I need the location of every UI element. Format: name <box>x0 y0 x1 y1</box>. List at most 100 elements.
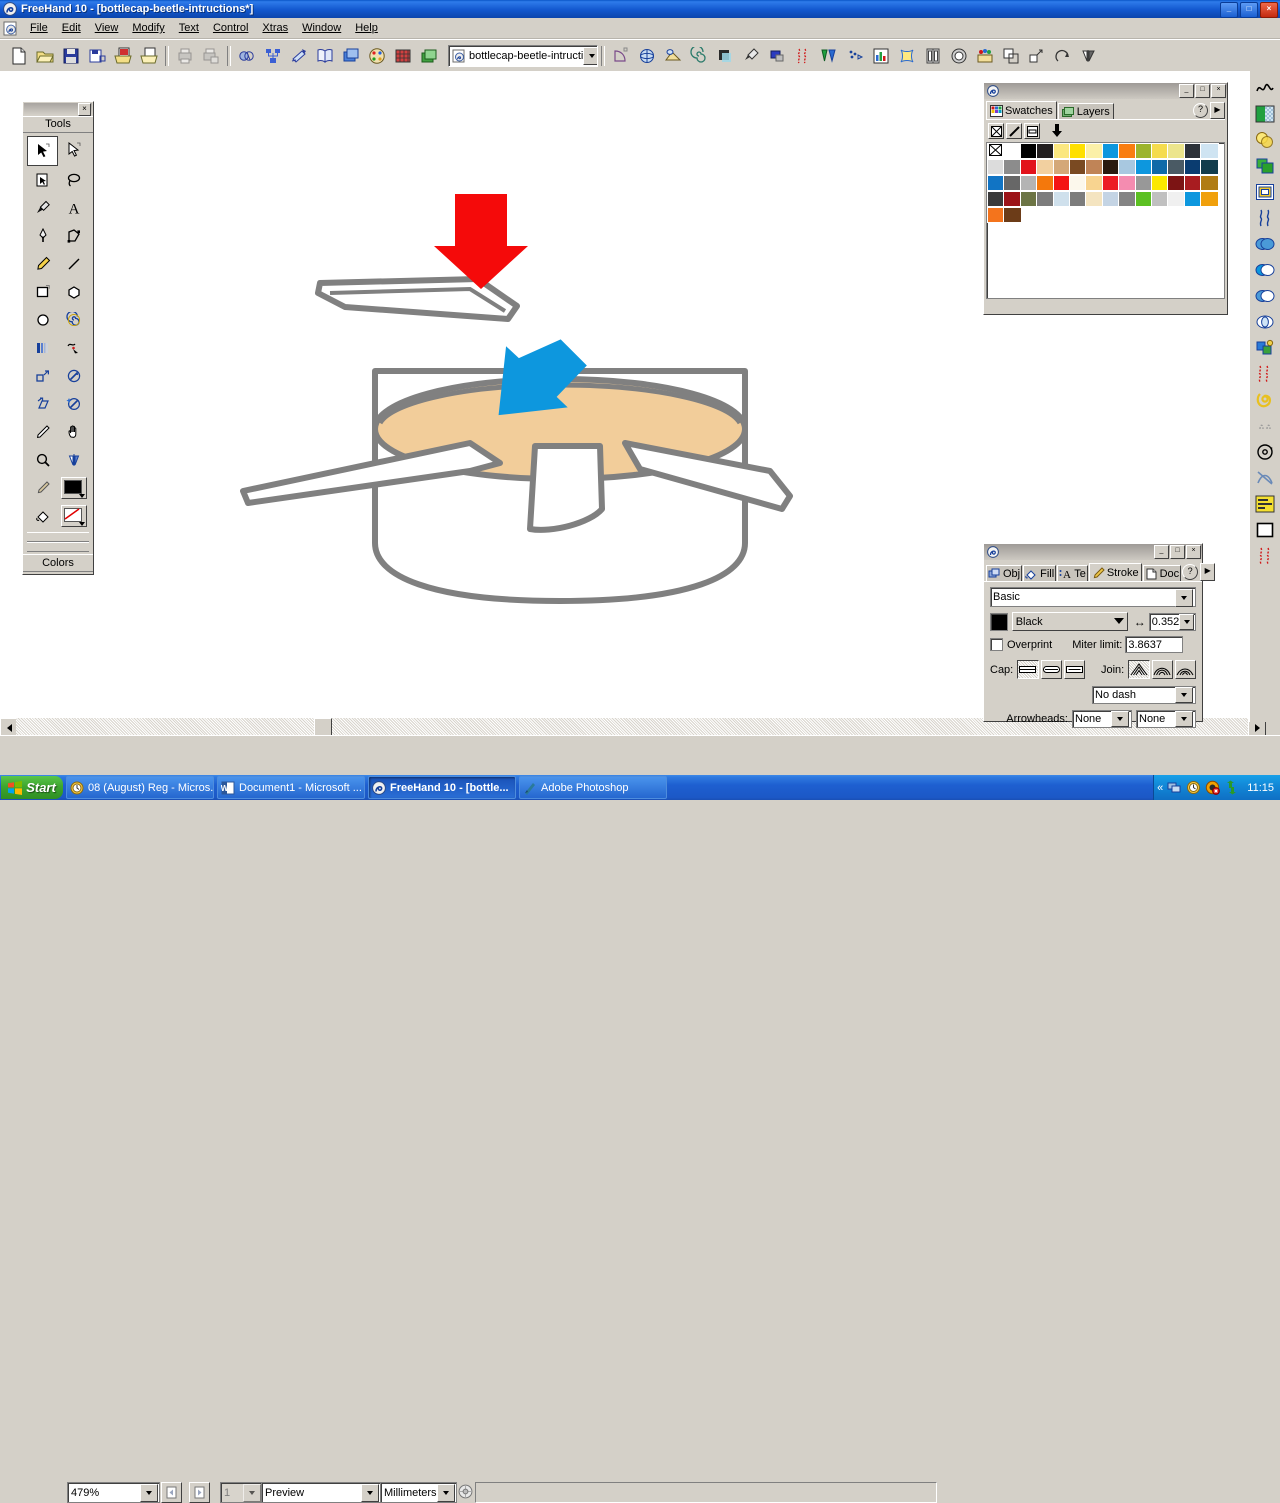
dash-chevron-down-icon[interactable] <box>1175 687 1193 703</box>
antivirus-icon[interactable] <box>1205 780 1221 795</box>
xtra-ellipse-3d-button[interactable] <box>947 44 971 68</box>
subselect-tool[interactable] <box>58 136 89 164</box>
path-operations-icon[interactable] <box>1252 75 1278 101</box>
dash-combo[interactable]: No dash <box>1092 686 1196 704</box>
paint-bucket-tool[interactable] <box>27 502 58 530</box>
rectangle-shape-icon[interactable] <box>1252 517 1278 543</box>
polygon-tool[interactable] <box>58 278 89 306</box>
rotate-around-icon[interactable] <box>1252 439 1278 465</box>
knife-tool[interactable] <box>27 418 58 446</box>
xtra-expand-path-button[interactable] <box>999 44 1023 68</box>
next-page-button[interactable] <box>189 1482 210 1503</box>
color-mixer-button[interactable] <box>365 44 389 68</box>
mirror-tool[interactable] <box>58 446 89 474</box>
save-as-button[interactable] <box>85 44 109 68</box>
stroke-minimize-button[interactable]: _ <box>1154 545 1169 559</box>
stroke-options-button[interactable]: ▶ <box>1200 563 1216 581</box>
xtra-emboss-button[interactable] <box>765 44 789 68</box>
taskbar-item-freehand[interactable]: FreeHand 10 - [bottle... <box>368 776 516 799</box>
library-panel-button[interactable] <box>313 44 337 68</box>
taskbar-item-photoshop[interactable]: Adobe Photoshop <box>519 776 667 799</box>
tab-document[interactable]: Doc <box>1142 565 1182 581</box>
arrowhead-start-chevron-down-icon[interactable] <box>1111 711 1129 727</box>
trace-tool[interactable] <box>58 390 89 418</box>
page-tool[interactable] <box>27 166 58 194</box>
new-document-button[interactable] <box>7 44 31 68</box>
stroke-color-swatch[interactable] <box>990 612 1008 631</box>
stroke-type-chevron-down-icon[interactable] <box>1175 589 1193 607</box>
join-round-button[interactable] <box>1151 660 1173 679</box>
print-button[interactable] <box>173 44 197 68</box>
crop-icon[interactable] <box>1252 387 1278 413</box>
tools-palette-grip[interactable]: × <box>24 103 92 116</box>
color-swatch[interactable] <box>987 143 1006 159</box>
lasso-tool[interactable] <box>58 166 89 194</box>
cap-square-button[interactable] <box>1063 660 1085 679</box>
minimize-button[interactable]: _ <box>1220 2 1238 18</box>
swatches-minimize-button[interactable]: _ <box>1179 84 1194 98</box>
swatches-help-button[interactable]: ? <box>1193 103 1208 118</box>
arrowhead-end-chevron-down-icon[interactable] <box>1175 711 1193 727</box>
menu-item-window[interactable]: Window <box>295 20 348 36</box>
down-arrow-icon[interactable] <box>1050 123 1064 137</box>
overprint-checkbox[interactable] <box>990 638 1003 651</box>
tab-object[interactable]: Obj <box>986 565 1023 581</box>
align-panel-button[interactable] <box>261 44 285 68</box>
updates-icon[interactable] <box>1224 780 1239 795</box>
units-chevron-down-icon[interactable] <box>437 1483 455 1502</box>
xtra-arc-button[interactable] <box>609 44 633 68</box>
menu-item-view[interactable]: View <box>88 20 126 36</box>
tab-stroke[interactable]: Stroke <box>1088 563 1142 581</box>
document-control-icon[interactable] <box>3 21 18 36</box>
stroke-color-combo[interactable]: Black <box>1011 612 1128 631</box>
xtra-3d-rotate-button[interactable] <box>635 44 659 68</box>
stroke-slash-icon[interactable] <box>1006 123 1022 139</box>
zoom-combo[interactable]: 479% <box>67 1482 160 1503</box>
duplicate-icon[interactable] <box>1252 153 1278 179</box>
export-button[interactable] <box>137 44 161 68</box>
zoom-chevron-down-icon[interactable] <box>140 1483 158 1502</box>
print-setup-button[interactable] <box>199 44 223 68</box>
stack-button[interactable] <box>417 44 441 68</box>
menu-item-modify[interactable]: Modify <box>125 20 171 36</box>
maximize-button[interactable]: □ <box>1240 2 1258 18</box>
spiral-tool[interactable] <box>58 306 89 334</box>
color-swatch[interactable] <box>1200 159 1220 175</box>
xtra-eyedropper-button[interactable] <box>739 44 763 68</box>
view-mode-chevron-down-icon[interactable] <box>361 1483 379 1502</box>
stroke-color-chevron-down-icon[interactable] <box>1113 618 1124 624</box>
page-number-combo[interactable]: 1 <box>220 1482 263 1503</box>
prev-page-button[interactable] <box>161 1482 182 1503</box>
transform-panel-button[interactable] <box>287 44 311 68</box>
menu-item-xtras[interactable]: Xtras <box>255 20 295 36</box>
cap-butt-button[interactable] <box>1017 660 1039 679</box>
xtra-graphic-hose-button[interactable] <box>973 44 997 68</box>
color-swatch[interactable] <box>1200 175 1220 191</box>
trap-icon[interactable] <box>1252 361 1278 387</box>
join-bevel-button[interactable] <box>1174 660 1196 679</box>
fill-square-icon[interactable] <box>1024 123 1040 139</box>
intersect-icon[interactable] <box>1252 283 1278 309</box>
save-document-button[interactable] <box>59 44 83 68</box>
xtra-roughen-button[interactable] <box>791 44 815 68</box>
tab-text[interactable]: A Te <box>1057 565 1088 581</box>
text-tool[interactable]: A <box>58 194 89 222</box>
ellipse-tool[interactable] <box>27 306 58 334</box>
none-x-icon[interactable] <box>988 123 1004 139</box>
stroke-help-button[interactable]: ? <box>1182 564 1199 580</box>
transparency-icon[interactable] <box>1252 127 1278 153</box>
skew-tool[interactable] <box>27 390 58 418</box>
hand-tool[interactable] <box>58 418 89 446</box>
menu-item-edit[interactable]: Edit <box>55 20 88 36</box>
bezigon-tool[interactable] <box>58 222 89 250</box>
line-tool[interactable] <box>58 250 89 278</box>
expand-stroke-icon[interactable] <box>1252 413 1278 439</box>
fractalize-icon[interactable] <box>1252 543 1278 569</box>
divide-icon[interactable] <box>1252 257 1278 283</box>
tools-close-button[interactable]: × <box>78 103 91 116</box>
tab-swatches[interactable]: Swatches <box>986 101 1057 119</box>
color-swatch[interactable] <box>1200 191 1220 207</box>
xtra-inset-path-button[interactable] <box>1051 44 1075 68</box>
stroke-color-well[interactable] <box>58 502 89 530</box>
import-button[interactable] <box>111 44 135 68</box>
